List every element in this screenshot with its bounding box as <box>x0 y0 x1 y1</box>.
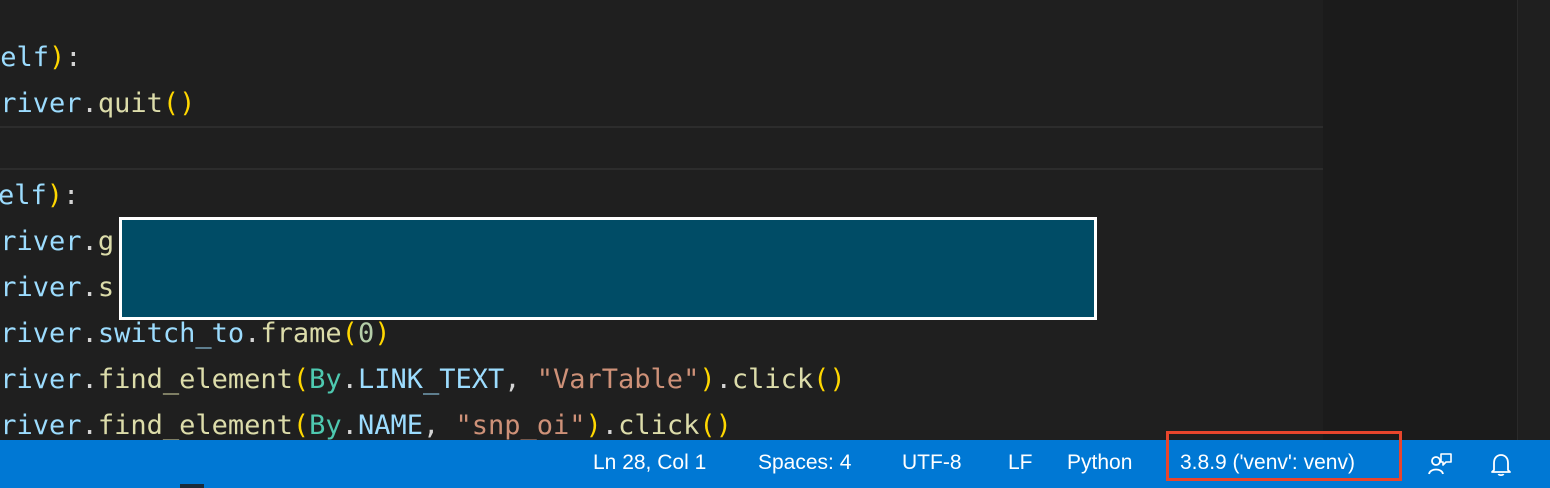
minimap[interactable] <box>1323 0 1517 440</box>
code-token: . <box>601 410 619 440</box>
code-token: ) <box>49 42 66 73</box>
code-token: g <box>97 226 115 257</box>
code-token: . <box>81 272 98 303</box>
cursor-position[interactable]: Ln 28, Col 1 <box>593 440 706 488</box>
code-token: ( <box>292 364 310 395</box>
bell-icon[interactable] <box>1488 451 1514 477</box>
code-token: () <box>162 88 196 119</box>
code-token: ( <box>341 318 358 349</box>
code-line: driver.g <box>0 219 114 265</box>
code-token: find_element <box>97 364 293 395</box>
taskbar-fragment <box>180 484 204 488</box>
indentation-setting[interactable]: Spaces: 4 <box>758 440 851 488</box>
code-token: ) <box>46 180 64 211</box>
code-token: . <box>341 410 358 440</box>
vertical-scrollbar[interactable] <box>1517 0 1550 440</box>
code-token: driver <box>0 226 82 257</box>
code-token: driver <box>0 318 82 349</box>
code-line: elf): <box>0 173 79 219</box>
code-token: LINK_TEXT <box>357 364 505 395</box>
code-token: . <box>81 318 98 349</box>
code-token: , <box>422 410 456 440</box>
code-token: elf <box>0 180 47 211</box>
code-token: driver <box>0 364 82 395</box>
code-token: . <box>81 364 98 395</box>
code-token: quit <box>97 88 163 119</box>
file-encoding[interactable]: UTF-8 <box>902 440 962 488</box>
code-token: find_element <box>97 410 293 440</box>
code-token: ) <box>585 410 602 440</box>
code-token: driver <box>0 410 82 440</box>
code-line: driver.quit() <box>0 81 195 127</box>
code-token: ( <box>292 410 310 440</box>
code-line: self): <box>0 35 82 81</box>
code-token: () <box>813 364 846 395</box>
code-token: driver <box>0 88 82 119</box>
code-token: 0 <box>357 318 375 349</box>
code-token: , <box>504 364 537 395</box>
code-token: click <box>731 364 814 395</box>
code-token: click <box>618 410 700 440</box>
code-token: NAME <box>357 410 423 440</box>
function-separator <box>0 168 1323 170</box>
interpreter-highlight-box <box>1166 431 1402 481</box>
code-token: By <box>309 410 342 440</box>
code-token: driver <box>0 272 82 303</box>
code-token: . <box>341 364 358 395</box>
code-line: driver.s <box>0 265 114 311</box>
code-line: driver.find_element(By.NAME, "snp_oi").c… <box>0 403 732 440</box>
code-token: : <box>65 42 82 73</box>
blank-line <box>0 130 1323 170</box>
code-token: frame <box>260 318 342 349</box>
end-of-line-sequence[interactable]: LF <box>1008 440 1033 488</box>
code-token: self <box>0 42 50 73</box>
code-token: . <box>715 364 732 395</box>
code-editor[interactable]: self): driver.quit() elf): driver.g driv… <box>0 0 1323 440</box>
code-token: . <box>244 318 261 349</box>
redaction-box <box>119 217 1097 320</box>
code-token: "VarTable" <box>536 364 700 395</box>
code-token: ) <box>374 318 391 349</box>
code-token: () <box>699 410 732 440</box>
code-token: . <box>81 410 98 440</box>
code-token: . <box>81 226 98 257</box>
code-line: driver.find_element(By.LINK_TEXT, "VarTa… <box>0 357 846 403</box>
code-token: s <box>97 272 115 303</box>
code-token: switch_to <box>97 318 245 349</box>
code-token: . <box>81 88 98 119</box>
function-separator <box>0 126 1323 128</box>
code-token: "snp_oi" <box>455 410 586 440</box>
code-token: ) <box>699 364 716 395</box>
language-mode[interactable]: Python <box>1067 440 1132 488</box>
code-token: By <box>309 364 342 395</box>
code-token: : <box>63 180 80 211</box>
feedback-icon[interactable] <box>1427 451 1453 477</box>
